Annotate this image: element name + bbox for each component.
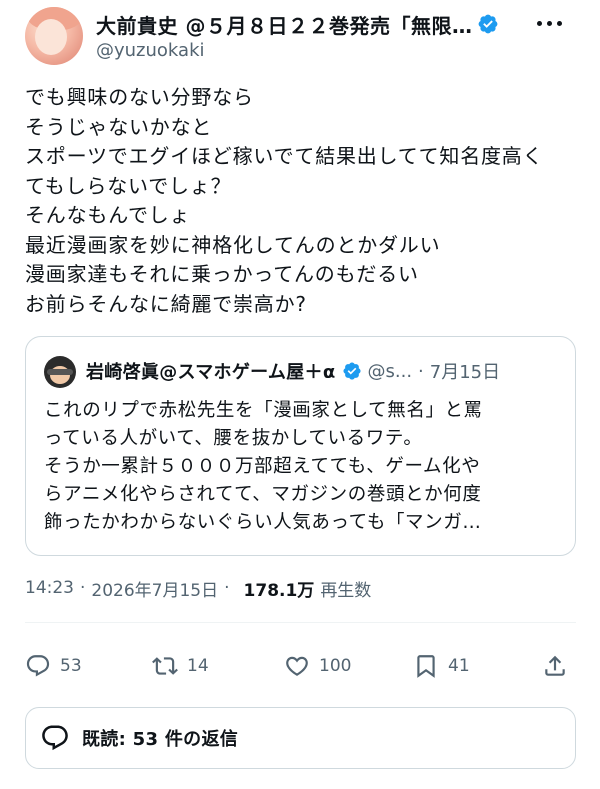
bookmark-count: 41 bbox=[448, 656, 470, 676]
tweet-line: 漫画家達もそれに乗っかってんのもだるい bbox=[25, 262, 419, 286]
quoted-line: 飾ったかわからないぐらい人気あっても「マンガ… bbox=[44, 512, 482, 533]
tweet-line: そんなもんでしょ bbox=[25, 203, 191, 227]
quoted-line: っている人がいて、腰を抜かしているワテ。 bbox=[44, 428, 423, 449]
retweet-count: 14 bbox=[187, 656, 209, 676]
author-display-name[interactable]: 大前貴史 @５月８日２２巻発売「無限… bbox=[96, 10, 472, 39]
share-button[interactable] bbox=[542, 651, 568, 681]
retweet-icon bbox=[152, 657, 178, 675]
tweet-header: 大前貴史 @５月８日２２巻発売「無限… @yuzuokaki bbox=[0, 0, 600, 80]
quoted-date[interactable]: 7月15日 bbox=[430, 358, 500, 384]
meta-separator: · bbox=[224, 578, 230, 598]
quoted-author-name[interactable]: 岩崎啓眞@スマホゲーム屋＋α bbox=[86, 358, 336, 384]
tweet-line: 最近漫画家を妙に神格化してんのとかダルい bbox=[25, 232, 441, 257]
tweet-meta: 14:23 · 2026年7月15日 · 178.1万 再生数 bbox=[25, 575, 371, 601]
share-icon bbox=[545, 655, 565, 676]
more-dot bbox=[557, 20, 562, 26]
divider bbox=[25, 622, 576, 623]
meta-separator: · bbox=[80, 578, 86, 598]
more-dot bbox=[537, 20, 542, 26]
avatar-face bbox=[35, 19, 67, 55]
quoted-line: らアニメ化やらされてて、マガジンの巻頭とか何度 bbox=[44, 484, 482, 505]
verified-badge-icon bbox=[342, 362, 361, 380]
quoted-separator: · bbox=[418, 360, 424, 382]
read-replies-button[interactable]: 既読: 53 件の返信 bbox=[25, 707, 576, 769]
bookmark-icon bbox=[417, 655, 435, 678]
tweet-line: そうじゃないかなと bbox=[25, 114, 213, 139]
tweet-line: でも興味のない分野なら bbox=[25, 85, 254, 109]
like-button[interactable]: 100 bbox=[284, 651, 351, 681]
view-count-label: 再生数 bbox=[320, 580, 372, 601]
speech-bubble-icon bbox=[42, 725, 68, 751]
tweet-line: お前らそんなに綺麗で崇高か? bbox=[25, 291, 307, 316]
author-handle[interactable]: @yuzuokaki bbox=[96, 40, 205, 61]
quoted-line: そうか一累計５０００万部超えてても、ゲーム化や bbox=[44, 456, 481, 477]
tweet-text: でも興味のない分野なら そうじゃないかなと スポーツでエグイほど稼いでて結果出し… bbox=[25, 83, 585, 319]
view-count: 178.1万 bbox=[243, 580, 315, 601]
tweet-line: てもしらないでしょ？ bbox=[25, 173, 232, 198]
reply-count: 53 bbox=[60, 656, 82, 676]
retweet-button[interactable]: 14 bbox=[152, 651, 209, 681]
bookmark-button[interactable]: 41 bbox=[413, 651, 470, 681]
reply-button[interactable]: 53 bbox=[25, 651, 82, 681]
quoted-tweet-text: これのリプで赤松先生を「漫画家として無名」と罵 っている人がいて、腰を抜かしてい… bbox=[44, 397, 564, 537]
quoted-user-avatar[interactable] bbox=[44, 356, 76, 388]
quoted-line: これのリプで赤松先生を「漫画家として無名」と罵 bbox=[44, 400, 483, 421]
read-replies-label: 既読: 53 件の返信 bbox=[82, 729, 239, 750]
quoted-tweet-header: 岩崎啓眞@スマホゲーム屋＋α @s... · 7月15日 bbox=[86, 357, 566, 385]
heart-icon bbox=[286, 656, 308, 676]
quoted-tweet-card[interactable]: 岩崎啓眞@スマホゲーム屋＋α @s... · 7月15日 これのリプで赤松先生を… bbox=[25, 336, 576, 556]
quoted-author-handle[interactable]: @s... bbox=[368, 361, 413, 382]
more-options-icon[interactable] bbox=[537, 18, 567, 28]
quoted-avatar-glasses bbox=[47, 369, 73, 375]
tweet-date[interactable]: 2026年7月15日 bbox=[91, 576, 218, 601]
tweet-time[interactable]: 14:23 bbox=[25, 578, 74, 598]
author-name-row[interactable]: 大前貴史 @５月８日２２巻発売「無限… bbox=[96, 10, 536, 38]
user-avatar[interactable] bbox=[25, 7, 83, 65]
tweet-line: スポーツでエグイほど稼いでて結果出してて知名度高く bbox=[25, 144, 544, 168]
reply-icon bbox=[26, 655, 50, 677]
more-dot bbox=[547, 20, 552, 26]
like-count: 100 bbox=[319, 656, 352, 676]
verified-badge-icon bbox=[479, 14, 498, 34]
